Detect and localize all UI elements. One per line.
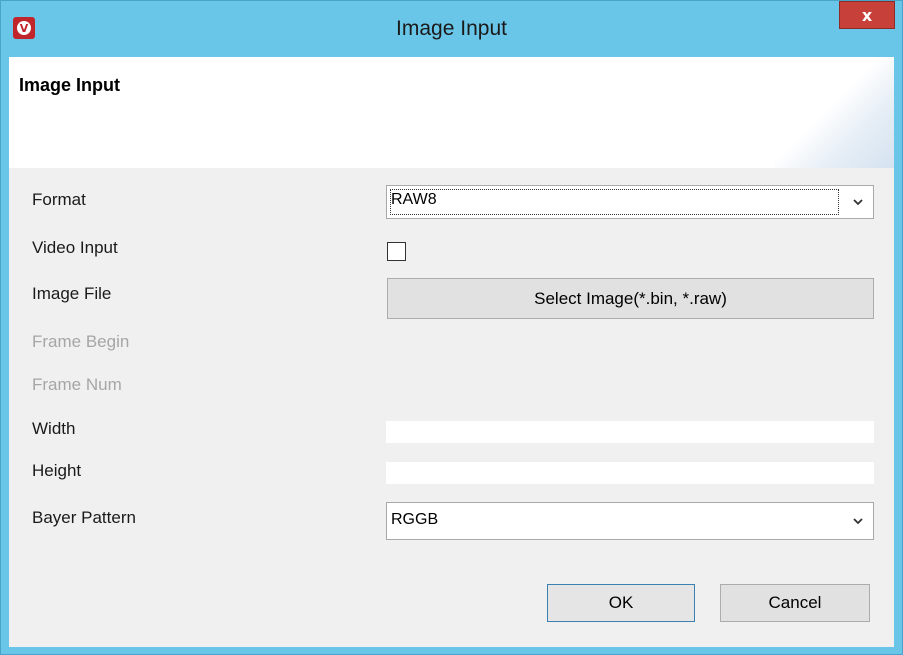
ok-button[interactable]: OK: [547, 584, 695, 622]
bayer-pattern-value: RGGB: [391, 511, 439, 528]
height-label: Height: [32, 461, 82, 480]
width-input[interactable]: [386, 421, 874, 443]
header-title: Image Input: [19, 75, 121, 95]
dialog-window: V Image Input x Image Input Format RAW8 …: [0, 0, 903, 655]
chevron-down-icon: [853, 518, 863, 525]
banner-decoration: [774, 57, 894, 168]
height-input[interactable]: [386, 462, 874, 484]
title-bar[interactable]: V Image Input x: [1, 1, 902, 57]
close-icon: x: [861, 5, 873, 25]
bayer-pattern-label: Bayer Pattern: [32, 508, 136, 527]
frame-num-label: Frame Num: [32, 375, 122, 394]
video-input-checkbox[interactable]: [387, 242, 406, 261]
video-input-label: Video Input: [32, 238, 118, 257]
cancel-button[interactable]: Cancel: [720, 584, 870, 622]
dialog-content: Image Input Format RAW8 Video Input Imag…: [9, 57, 894, 647]
close-button[interactable]: x: [839, 1, 895, 29]
window-title: Image Input: [396, 17, 507, 40]
width-label: Width: [32, 419, 76, 438]
frame-begin-label: Frame Begin: [32, 332, 130, 351]
format-label: Format: [32, 190, 86, 209]
chevron-down-icon: [853, 199, 863, 206]
bayer-pattern-select[interactable]: RGGB: [386, 502, 874, 540]
select-image-button[interactable]: Select Image(*.bin, *.raw): [387, 278, 874, 319]
image-file-label: Image File: [32, 284, 112, 303]
header-banner: Image Input: [9, 57, 894, 168]
focus-rect: [390, 189, 839, 215]
format-select[interactable]: RAW8: [386, 185, 874, 219]
